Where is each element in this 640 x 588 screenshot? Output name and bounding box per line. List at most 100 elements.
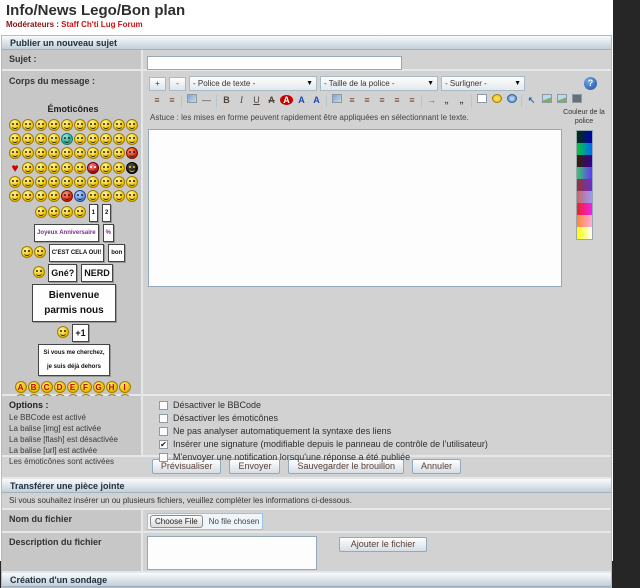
smiley-emoticon-icon[interactable] [74,133,86,145]
sign-emoticon-icon[interactable]: Joyeux Anniversaire [34,224,98,242]
palette-band[interactable] [577,167,592,179]
align-center-icon[interactable]: ≡ [359,94,374,108]
checkbox[interactable] [159,414,168,423]
smiley-emoticon-icon[interactable] [74,206,86,218]
file-description-textarea[interactable] [147,536,317,570]
justify-icon[interactable]: ≡ [389,94,404,108]
unjustify-icon[interactable]: ≡ [404,94,419,108]
smiley-emoticon-icon[interactable] [48,133,60,145]
smiley-emoticon-icon[interactable] [61,206,73,218]
indent-icon[interactable]: → [424,94,439,108]
subject-input[interactable] [147,56,402,70]
checkbox[interactable] [159,427,168,436]
smiley-emoticon-icon[interactable] [22,176,34,188]
smiley-emoticon-icon[interactable] [126,147,138,159]
smiley-emoticon-icon[interactable] [61,190,73,202]
video-icon[interactable] [569,94,584,108]
smiley-emoticon-icon[interactable] [126,176,138,188]
font-family-select[interactable]: - Police de texte -▼ [189,76,317,91]
smiley-emoticon-icon[interactable] [100,190,112,202]
smiley-emoticon-icon[interactable] [61,147,73,159]
smiley-emoticon-icon[interactable] [9,162,21,174]
smiley-emoticon-icon[interactable] [74,119,86,131]
font-size-icon[interactable]: A [309,94,324,108]
file-input[interactable]: Choose File No file chosen [147,513,263,530]
smiley-emoticon-icon[interactable] [126,133,138,145]
font-color-palette[interactable] [576,130,593,240]
sign-emoticon-icon[interactable]: Si vous me cherchez, je suis déjà dehors [38,344,110,376]
smiley-emoticon-icon[interactable] [35,147,47,159]
letter-emoticon-icon[interactable]: C [41,381,53,393]
font-color-blue-icon[interactable]: A [294,94,309,108]
smiley-emoticon-icon[interactable] [74,147,86,159]
smiley-emoticon-icon[interactable] [100,119,112,131]
sign-emoticon-icon[interactable]: Bienvenue parmis nous [32,284,116,322]
smiley-emoticon-icon[interactable] [22,147,34,159]
smiley-emoticon-icon[interactable] [48,162,60,174]
smiley-emoticon-icon[interactable] [113,162,125,174]
sign-emoticon-icon[interactable]: 2 [102,204,111,222]
smiley-emoticon-icon[interactable] [87,119,99,131]
smiley-emoticon-icon[interactable] [113,190,125,202]
smiley-emoticon-icon[interactable] [22,119,34,131]
smiley-emoticon-icon[interactable] [113,147,125,159]
smiley-emoticon-icon[interactable] [87,190,99,202]
smiley-emoticon-icon[interactable] [100,176,112,188]
letter-emoticon-icon[interactable]: D [54,381,66,393]
letter-emoticon-icon[interactable]: I [119,381,131,393]
letter-emoticon-icon[interactable]: E [67,381,79,393]
moderators-link[interactable]: Staff Ch'ti Lug Forum [61,20,142,29]
checkbox[interactable] [159,453,168,462]
palette-band[interactable] [577,143,592,155]
smiley-emoticon-icon[interactable] [113,119,125,131]
smiley-emoticon-icon[interactable] [100,133,112,145]
numbered-list-icon[interactable]: ≡ [164,94,179,108]
palette-band[interactable] [577,227,592,239]
smiley-emoticon-icon[interactable] [22,133,34,145]
smiley-emoticon-icon[interactable] [35,119,47,131]
smiley-emoticon-icon[interactable] [48,147,60,159]
picture-icon[interactable] [554,94,569,108]
smiley-emoticon-icon[interactable] [35,206,47,218]
palette-band[interactable] [577,215,592,227]
font-size-select[interactable]: - Taille de la police -▼ [320,76,438,91]
letter-emoticon-icon[interactable]: B [28,381,40,393]
strike-icon[interactable]: A [264,94,279,108]
italic-icon[interactable]: I [234,94,249,108]
letter-emoticon-icon[interactable]: H [106,381,118,393]
add-file-button[interactable]: Ajouter le fichier [339,537,427,552]
smiley-emoticon-icon[interactable] [22,162,34,174]
smiley-emoticon-icon[interactable] [74,176,86,188]
smiley-emoticon-icon[interactable] [74,162,86,174]
sign-emoticon-icon[interactable]: +1 [72,324,88,342]
smiley-emoticon-icon[interactable] [87,162,99,174]
smiley-emoticon-icon[interactable] [126,162,138,174]
smiley-emoticon-icon[interactable] [87,133,99,145]
message-textarea[interactable] [148,129,562,287]
smiley-emoticon-icon[interactable] [100,147,112,159]
highlight-select[interactable]: - Surligner -▼ [441,76,525,91]
underline-icon[interactable]: U [249,94,264,108]
sign-emoticon-icon[interactable]: bon [108,244,125,262]
smiley-emoticon-icon[interactable] [48,176,60,188]
quote-close-icon[interactable]: „ [454,94,469,108]
font-increase-button[interactable]: + [149,77,166,91]
cursor-icon[interactable]: ↖ [524,94,539,108]
palette-band[interactable] [577,179,592,191]
smiley-icon[interactable] [489,94,504,108]
choose-file-button[interactable]: Choose File [150,515,203,528]
smiley-emoticon-icon[interactable] [61,133,73,145]
smiley-emoticon-icon[interactable] [74,190,86,202]
spoiler-icon[interactable] [474,94,489,108]
sign-emoticon-icon[interactable]: 1 [89,204,98,222]
help-icon[interactable]: ? [584,77,597,90]
font-color-red-icon[interactable]: A [279,94,294,108]
smiley-emoticon-icon[interactable] [48,119,60,131]
smiley-emoticon-icon[interactable] [35,162,47,174]
sign-emoticon-icon[interactable]: % [103,224,114,242]
palette-band[interactable] [577,131,592,143]
sign-emoticon-icon[interactable]: NERD [81,264,113,282]
letter-emoticon-icon[interactable]: A [15,381,27,393]
smiley-emoticon-icon[interactable] [61,176,73,188]
smiley-emoticon-icon[interactable] [113,176,125,188]
